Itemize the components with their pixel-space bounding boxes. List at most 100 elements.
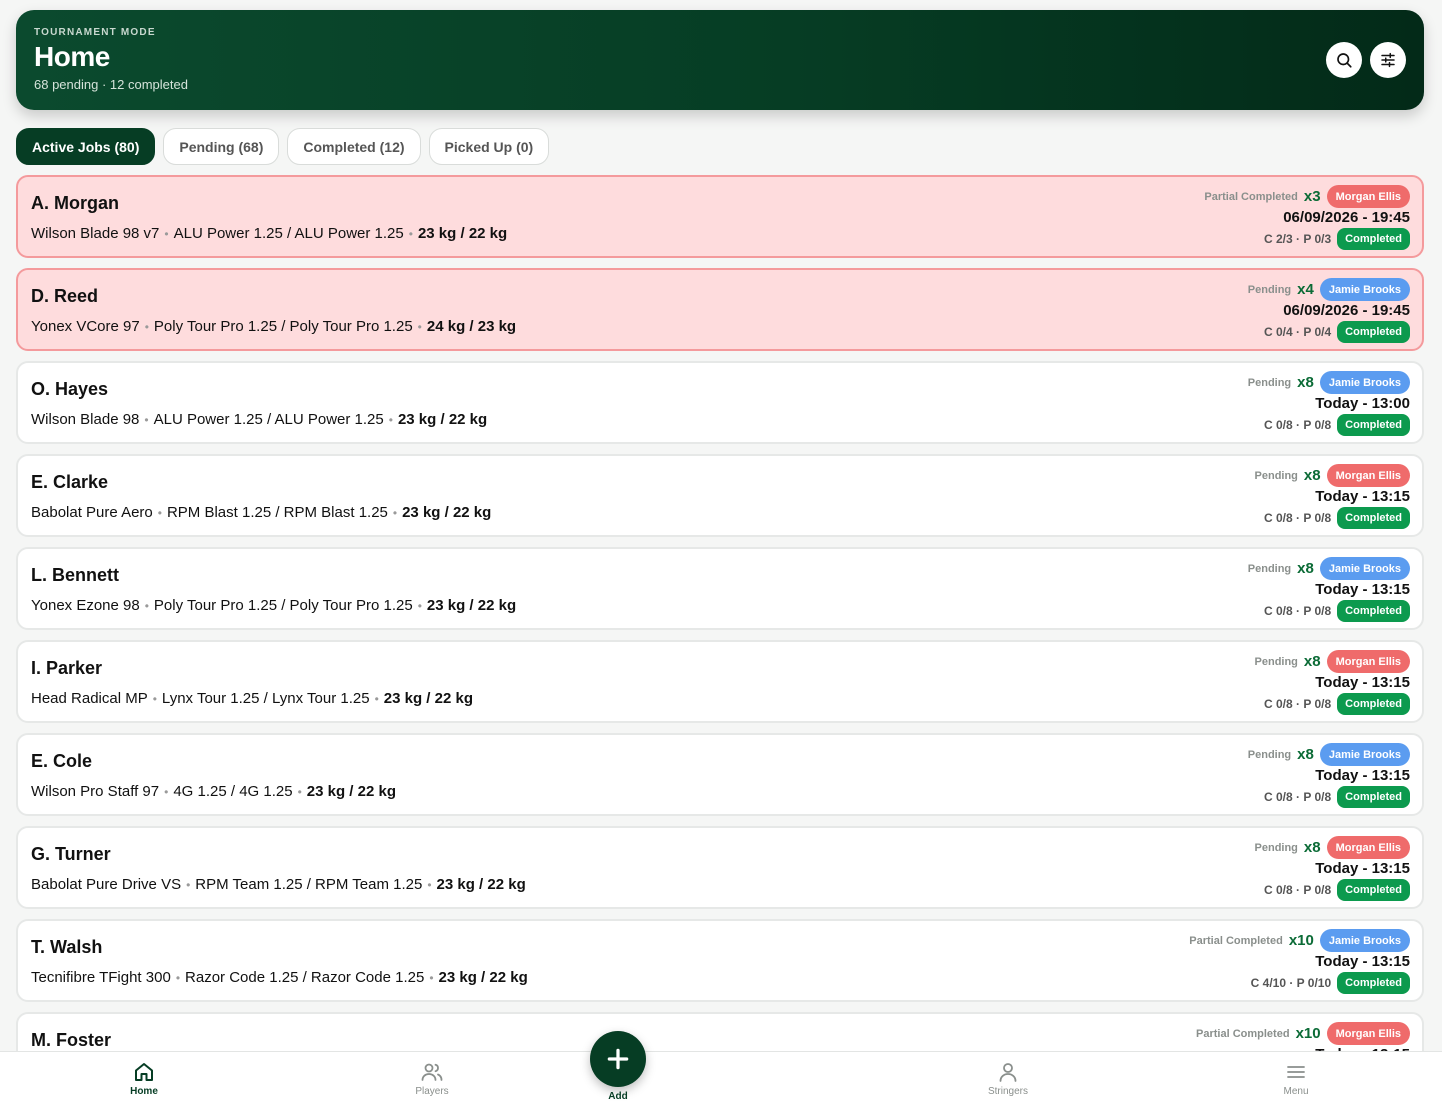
player-name: E. Cole [31, 751, 93, 771]
job-spec: Wilson Blade 98 v7 • ALU Power 1.25 / ALU … [31, 225, 507, 242]
stringer-badge[interactable]: Morgan Ellis [1326, 836, 1410, 859]
mark-completed-button[interactable]: Completed [1337, 506, 1410, 529]
job-card[interactable]: M. Foster Partial Completed x10 Morgan Elli… [16, 1012, 1424, 1051]
job-status: Pending [1247, 562, 1292, 575]
mark-completed-button[interactable]: Completed [1337, 599, 1410, 622]
stringer-badge[interactable]: Morgan Ellis [1326, 650, 1410, 673]
job-card[interactable]: L. Bennett Yonex Ezone 98 • Poly Tour Pro 1… [16, 547, 1424, 630]
due-time: 06/09/2026 - 19:45 [1283, 209, 1410, 226]
string-setup: Lynx Tour 1.25 / Lynx Tour 1.25 [161, 690, 370, 707]
stringer-badge[interactable]: Morgan Ellis [1326, 1022, 1410, 1045]
string-setup: ALU Power 1.25 / ALU Power 1.25 [153, 411, 384, 428]
player-name: E. Clarke [31, 472, 109, 492]
job-progress: C 0/8 · P 0/8 [1264, 510, 1332, 525]
filter-button[interactable] [1370, 42, 1406, 78]
job-card[interactable]: A. Morgan Wilson Blade 98 v7 • ALU Power 1.… [16, 175, 1424, 258]
string-setup: RPM Team 1.25 / RPM Team 1.25 [195, 876, 423, 893]
separator-dot: • [164, 785, 169, 799]
page-title: Home [34, 41, 110, 72]
tab-active-jobs[interactable]: Active Jobs (80) [16, 128, 156, 165]
job-status: Partial Completed [1204, 190, 1298, 203]
bottom-nav: Home Players Stringers Menu [0, 1051, 1442, 1102]
job-spec: Tecnifibre TFight 300 • Razor Code 1.25 / … [31, 969, 528, 986]
mark-completed-button[interactable]: Completed [1337, 878, 1410, 901]
add-job-button[interactable] [590, 1031, 646, 1087]
separator-dot: • [297, 785, 302, 799]
due-time: 06/09/2026 - 19:45 [1283, 302, 1410, 319]
string-setup: Poly Tour Pro 1.25 / Poly Tour Pro 1.25 [153, 597, 413, 614]
racquet-count: x8 [1303, 839, 1321, 856]
nav-home[interactable]: Home [104, 1060, 184, 1097]
mark-completed-button[interactable]: Completed [1337, 227, 1410, 250]
user-icon [999, 1063, 1017, 1082]
racquet-count: x8 [1297, 374, 1314, 391]
mark-completed-button[interactable]: Completed [1337, 785, 1410, 808]
job-progress: C 0/8 · P 0/8 [1264, 882, 1332, 897]
tension: 23 kg / 22 kg [402, 504, 492, 521]
job-progress: C 0/8 · P 0/8 [1264, 417, 1332, 432]
stringer-badge[interactable]: Jamie Brooks [1319, 371, 1410, 394]
mark-completed-button[interactable]: Completed [1337, 413, 1410, 436]
job-status: Partial Completed [1189, 934, 1283, 947]
stringer-badge[interactable]: Morgan Ellis [1326, 185, 1410, 208]
tension: 23 kg / 22 kg [438, 969, 528, 986]
mark-completed-button[interactable]: Completed [1337, 692, 1410, 715]
racquet-count: x4 [1297, 281, 1314, 298]
racquet-count: x8 [1303, 653, 1321, 670]
mark-completed-button[interactable]: Completed [1337, 971, 1410, 994]
racquet-model: Tecnifibre TFight 300 [31, 969, 171, 986]
job-spec: Babolat Pure Drive VS • RPM Team 1.25 / RP… [31, 876, 526, 893]
tab-picked-up[interactable]: Picked Up (0) [428, 128, 550, 165]
racquet-model: Yonex Ezone 98 [31, 597, 140, 614]
stringer-badge[interactable]: Jamie Brooks [1319, 278, 1410, 301]
stringer-badge[interactable]: Jamie Brooks [1319, 557, 1410, 580]
job-status: Pending [1254, 841, 1298, 854]
tension: 24 kg / 23 kg [426, 318, 517, 335]
stringer-badge[interactable]: Morgan Ellis [1326, 464, 1410, 487]
job-card[interactable]: I. Parker Head Radical MP • Lynx Tour 1.25 … [16, 640, 1424, 723]
mode-label: TOURNAMENT MODE [34, 27, 156, 38]
nav-players-label: Players [415, 1086, 449, 1097]
job-spec: Wilson Blade 98 • ALU Power 1.25 / ALU Pow… [31, 411, 487, 428]
job-card[interactable]: D. Reed Yonex VCore 97 • Poly Tour Pro 1.25… [16, 268, 1424, 351]
job-list: A. Morgan Wilson Blade 98 v7 • ALU Power 1.… [16, 175, 1424, 1051]
job-card[interactable]: T. Walsh Tecnifibre TFight 300 • Razor Code… [16, 919, 1424, 1002]
job-status: Pending [1247, 748, 1292, 761]
separator-dot: • [408, 227, 413, 241]
racquet-count: x8 [1297, 560, 1314, 577]
search-button[interactable] [1326, 42, 1362, 78]
due-time: Today - 13:15 [1315, 674, 1410, 691]
racquet-model: Babolat Pure Drive VS [31, 876, 182, 893]
job-card[interactable]: E. Cole Wilson Pro Staff 97 • 4G 1.25 / 4G … [16, 733, 1424, 816]
tension: 23 kg / 22 kg [417, 225, 508, 242]
job-progress: C 0/8 · P 0/8 [1264, 603, 1332, 618]
racquet-model: Wilson Blade 98 [31, 411, 140, 428]
page-subtitle: 68 pending · 12 completed [34, 77, 188, 92]
job-card[interactable]: O. Hayes Wilson Blade 98 • ALU Power 1.25 /… [16, 361, 1424, 444]
home-icon [135, 1063, 153, 1081]
nav-players[interactable]: Players [392, 1060, 472, 1097]
job-status: Pending [1254, 655, 1298, 668]
mark-completed-button[interactable]: Completed [1337, 320, 1410, 343]
separator-dot: • [186, 878, 191, 892]
player-name: D. Reed [31, 286, 99, 306]
nav-menu[interactable]: Menu [1256, 1060, 1336, 1097]
nav-stringers[interactable]: Stringers [968, 1060, 1048, 1097]
menu-icon [1287, 1066, 1305, 1078]
job-status: Pending [1247, 376, 1292, 389]
separator-dot: • [417, 320, 422, 334]
job-card[interactable]: G. Turner Babolat Pure Drive VS • RPM Team … [16, 826, 1424, 909]
tab-pending[interactable]: Pending (68) [163, 128, 280, 165]
nav-add-label: Add [608, 1091, 628, 1102]
job-spec: Wilson Pro Staff 97 • 4G 1.25 / 4G 1.25 • 23… [31, 783, 396, 800]
separator-dot: • [144, 320, 149, 334]
stringer-badge[interactable]: Jamie Brooks [1319, 929, 1410, 952]
job-progress: C 0/8 · P 0/8 [1264, 789, 1332, 804]
job-card[interactable]: E. Clarke Babolat Pure Aero • RPM Blast 1.2… [16, 454, 1424, 537]
job-progress: C 4/10 · P 0/10 [1250, 975, 1332, 990]
tension: 23 kg / 22 kg [383, 690, 473, 707]
stringer-badge[interactable]: Jamie Brooks [1319, 743, 1410, 766]
player-name: G. Turner [31, 844, 111, 864]
string-setup: RPM Blast 1.25 / RPM Blast 1.25 [166, 504, 388, 521]
tab-completed[interactable]: Completed (12) [287, 128, 421, 165]
